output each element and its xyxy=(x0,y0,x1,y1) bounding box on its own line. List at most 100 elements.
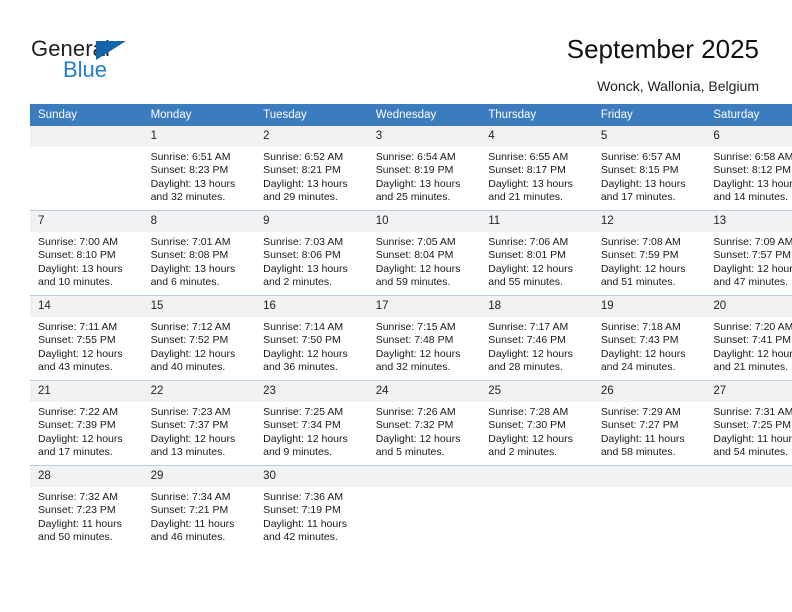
daylight-text: Daylight: 12 hours xyxy=(150,347,236,360)
calendar-day-cell[interactable]: 9 Sunrise: 7:03 AM Sunset: 8:06 PM Daylight… xyxy=(255,210,368,296)
daylight-text: Daylight: 12 hours xyxy=(600,262,686,275)
daylight-text-cont: and 2 minutes. xyxy=(263,276,333,289)
calendar-day-cell[interactable]: 7 Sunrise: 7:00 AM Sunset: 8:10 PM Daylight… xyxy=(30,210,143,296)
sunrise-text: Sunrise: 7:17 AM xyxy=(488,321,569,333)
calendar-empty-cell xyxy=(705,465,792,550)
calendar-day-cell[interactable]: 16 Sunrise: 7:14 AM Sunset: 7:50 PM Dayligh… xyxy=(255,295,368,381)
day-details: Sunrise: 7:29 AM Sunset: 7:27 PM Daylight:… xyxy=(593,402,706,460)
daylight-text-cont: and 25 minutes. xyxy=(375,191,451,204)
day-details: Sunrise: 6:51 AM Sunset: 8:23 PM Daylight:… xyxy=(143,147,256,205)
calendar-day-cell[interactable]: 3 Sunrise: 6:54 AM Sunset: 8:19 PM Daylight… xyxy=(367,126,481,211)
day-details: Sunrise: 7:17 AM Sunset: 7:46 PM Daylight:… xyxy=(480,317,593,375)
day-number xyxy=(367,466,481,487)
calendar-day-cell[interactable]: 20 Sunrise: 7:20 AM Sunset: 7:41 PM Dayligh… xyxy=(705,295,792,381)
day-number: 25 xyxy=(480,381,593,402)
day-details: Sunrise: 7:28 AM Sunset: 7:30 PM Daylight:… xyxy=(480,402,593,460)
calendar-week-row: 21 Sunrise: 7:22 AM Sunset: 7:39 PM Dayligh… xyxy=(30,380,792,466)
sunrise-text: Sunrise: 7:20 AM xyxy=(713,321,792,333)
weekday-header-tuesday: Tuesday xyxy=(255,104,368,126)
day-details: Sunrise: 6:52 AM Sunset: 8:21 PM Daylight:… xyxy=(255,147,368,205)
weekday-header-monday: Monday xyxy=(142,104,256,126)
day-details: Sunrise: 7:20 AM Sunset: 7:41 PM Daylight:… xyxy=(705,317,792,375)
calendar-day-cell[interactable]: 17 Sunrise: 7:15 AM Sunset: 7:48 PM Dayligh… xyxy=(367,295,481,381)
sunset-text: Sunset: 8:17 PM xyxy=(488,164,566,177)
sunrise-text: Sunrise: 7:31 AM xyxy=(713,406,792,418)
daylight-text: Daylight: 13 hours xyxy=(600,177,686,190)
daylight-text: Daylight: 11 hours xyxy=(263,517,347,530)
sunset-text: Sunset: 7:52 PM xyxy=(150,334,229,347)
calendar-day-cell[interactable]: 5 Sunrise: 6:57 AM Sunset: 8:15 PM Daylight… xyxy=(592,126,706,211)
calendar-day-cell[interactable]: 27 Sunrise: 7:31 AM Sunset: 7:25 PM Dayligh… xyxy=(705,380,792,466)
daylight-text-cont: and 54 minutes. xyxy=(713,446,789,459)
sunrise-text: Sunrise: 7:08 AM xyxy=(600,236,681,248)
day-details: Sunrise: 7:06 AM Sunset: 8:01 PM Daylight:… xyxy=(480,232,593,290)
weekday-header-sunday: Sunday xyxy=(30,104,143,126)
calendar-day-cell[interactable]: 1 Sunrise: 6:51 AM Sunset: 8:23 PM Daylight… xyxy=(142,126,256,211)
day-number: 17 xyxy=(367,296,481,317)
calendar-day-cell[interactable]: 23 Sunrise: 7:25 AM Sunset: 7:34 PM Dayligh… xyxy=(255,380,368,466)
sunset-text: Sunset: 7:39 PM xyxy=(38,419,116,432)
day-number: 20 xyxy=(705,296,792,317)
daylight-text-cont: and 24 minutes. xyxy=(600,361,676,374)
calendar-day-cell[interactable]: 15 Sunrise: 7:12 AM Sunset: 7:52 PM Dayligh… xyxy=(142,295,256,381)
calendar-day-cell[interactable]: 24 Sunrise: 7:26 AM Sunset: 7:32 PM Dayligh… xyxy=(367,380,481,466)
daylight-text: Daylight: 13 hours xyxy=(488,177,573,190)
calendar-day-cell[interactable]: 11 Sunrise: 7:06 AM Sunset: 8:01 PM Dayligh… xyxy=(480,210,593,296)
sunrise-text: Sunrise: 7:15 AM xyxy=(375,321,456,333)
calendar-day-cell[interactable]: 8 Sunrise: 7:01 AM Sunset: 8:08 PM Daylight… xyxy=(142,210,256,296)
calendar-week-row: 14 Sunrise: 7:11 AM Sunset: 7:55 PM Dayligh… xyxy=(30,295,792,381)
sunrise-text: Sunrise: 7:06 AM xyxy=(488,236,569,248)
sunset-text: Sunset: 7:41 PM xyxy=(713,334,792,347)
day-number: 3 xyxy=(367,126,481,147)
sunset-text: Sunset: 7:25 PM xyxy=(713,419,792,432)
calendar-day-cell[interactable]: 19 Sunrise: 7:18 AM Sunset: 7:43 PM Dayligh… xyxy=(592,295,706,381)
calendar-day-cell[interactable]: 30 Sunrise: 7:36 AM Sunset: 7:19 PM Dayligh… xyxy=(255,465,368,550)
day-number xyxy=(480,466,593,487)
calendar-day-cell[interactable]: 28 Sunrise: 7:32 AM Sunset: 7:23 PM Dayligh… xyxy=(30,465,143,550)
daylight-text-cont: and 6 minutes. xyxy=(150,276,220,289)
calendar-day-cell[interactable]: 14 Sunrise: 7:11 AM Sunset: 7:55 PM Dayligh… xyxy=(30,295,143,381)
calendar-day-cell[interactable]: 12 Sunrise: 7:08 AM Sunset: 7:59 PM Dayligh… xyxy=(592,210,706,296)
sunrise-text: Sunrise: 6:58 AM xyxy=(713,151,792,163)
sunset-text: Sunset: 7:34 PM xyxy=(263,419,341,432)
calendar-day-cell[interactable]: 25 Sunrise: 7:28 AM Sunset: 7:30 PM Dayligh… xyxy=(480,380,593,466)
sunrise-text: Sunrise: 7:11 AM xyxy=(38,321,118,333)
weekday-header-thursday: Thursday xyxy=(480,104,593,126)
daylight-text-cont: and 2 minutes. xyxy=(488,446,558,459)
daylight-text-cont: and 32 minutes. xyxy=(150,191,226,204)
calendar-day-cell[interactable]: 13 Sunrise: 7:09 AM Sunset: 7:57 PM Dayligh… xyxy=(705,210,792,296)
calendar-day-cell[interactable]: 26 Sunrise: 7:29 AM Sunset: 7:27 PM Dayligh… xyxy=(592,380,706,466)
calendar-empty-cell xyxy=(592,465,706,550)
calendar-day-cell[interactable]: 2 Sunrise: 6:52 AM Sunset: 8:21 PM Daylight… xyxy=(255,126,368,211)
daylight-text: Daylight: 12 hours xyxy=(38,347,123,360)
day-number: 24 xyxy=(367,381,481,402)
sunrise-text: Sunrise: 7:26 AM xyxy=(375,406,456,418)
day-details: Sunrise: 7:15 AM Sunset: 7:48 PM Daylight:… xyxy=(368,317,481,375)
day-number xyxy=(592,466,706,487)
daylight-text-cont: and 51 minutes. xyxy=(600,276,676,289)
daylight-text: Daylight: 11 hours xyxy=(600,432,685,445)
general-blue-logo: General Blue xyxy=(31,36,161,84)
sunrise-text: Sunrise: 7:34 AM xyxy=(150,491,231,503)
sunset-text: Sunset: 7:32 PM xyxy=(375,419,454,432)
calendar-day-cell[interactable]: 22 Sunrise: 7:23 AM Sunset: 7:37 PM Dayligh… xyxy=(142,380,256,466)
daylight-text: Daylight: 12 hours xyxy=(375,347,461,360)
calendar-empty-cell xyxy=(367,465,481,550)
day-number: 5 xyxy=(592,126,706,147)
sunset-text: Sunset: 7:50 PM xyxy=(263,334,341,347)
calendar-day-cell[interactable]: 6 Sunrise: 6:58 AM Sunset: 8:12 PM Daylight… xyxy=(705,126,792,211)
day-number: 28 xyxy=(30,466,143,487)
calendar-day-cell[interactable]: 29 Sunrise: 7:34 AM Sunset: 7:21 PM Dayligh… xyxy=(142,465,256,550)
calendar-day-cell[interactable]: 18 Sunrise: 7:17 AM Sunset: 7:46 PM Dayligh… xyxy=(480,295,593,381)
day-details: Sunrise: 7:00 AM Sunset: 8:10 PM Daylight:… xyxy=(30,232,143,290)
calendar-day-cell[interactable]: 10 Sunrise: 7:05 AM Sunset: 8:04 PM Dayligh… xyxy=(367,210,481,296)
calendar-week-row: 28 Sunrise: 7:32 AM Sunset: 7:23 PM Dayligh… xyxy=(30,465,792,550)
calendar-day-cell[interactable]: 21 Sunrise: 7:22 AM Sunset: 7:39 PM Dayligh… xyxy=(30,380,143,466)
day-details: Sunrise: 7:03 AM Sunset: 8:06 PM Daylight:… xyxy=(255,232,368,290)
sunset-text: Sunset: 7:23 PM xyxy=(38,504,116,517)
sunset-text: Sunset: 7:37 PM xyxy=(150,419,229,432)
daylight-text: Daylight: 12 hours xyxy=(375,432,461,445)
calendar-day-cell[interactable]: 4 Sunrise: 6:55 AM Sunset: 8:17 PM Daylight… xyxy=(480,126,593,211)
sunset-text: Sunset: 8:10 PM xyxy=(38,249,116,262)
sunrise-text: Sunrise: 7:36 AM xyxy=(263,491,344,503)
